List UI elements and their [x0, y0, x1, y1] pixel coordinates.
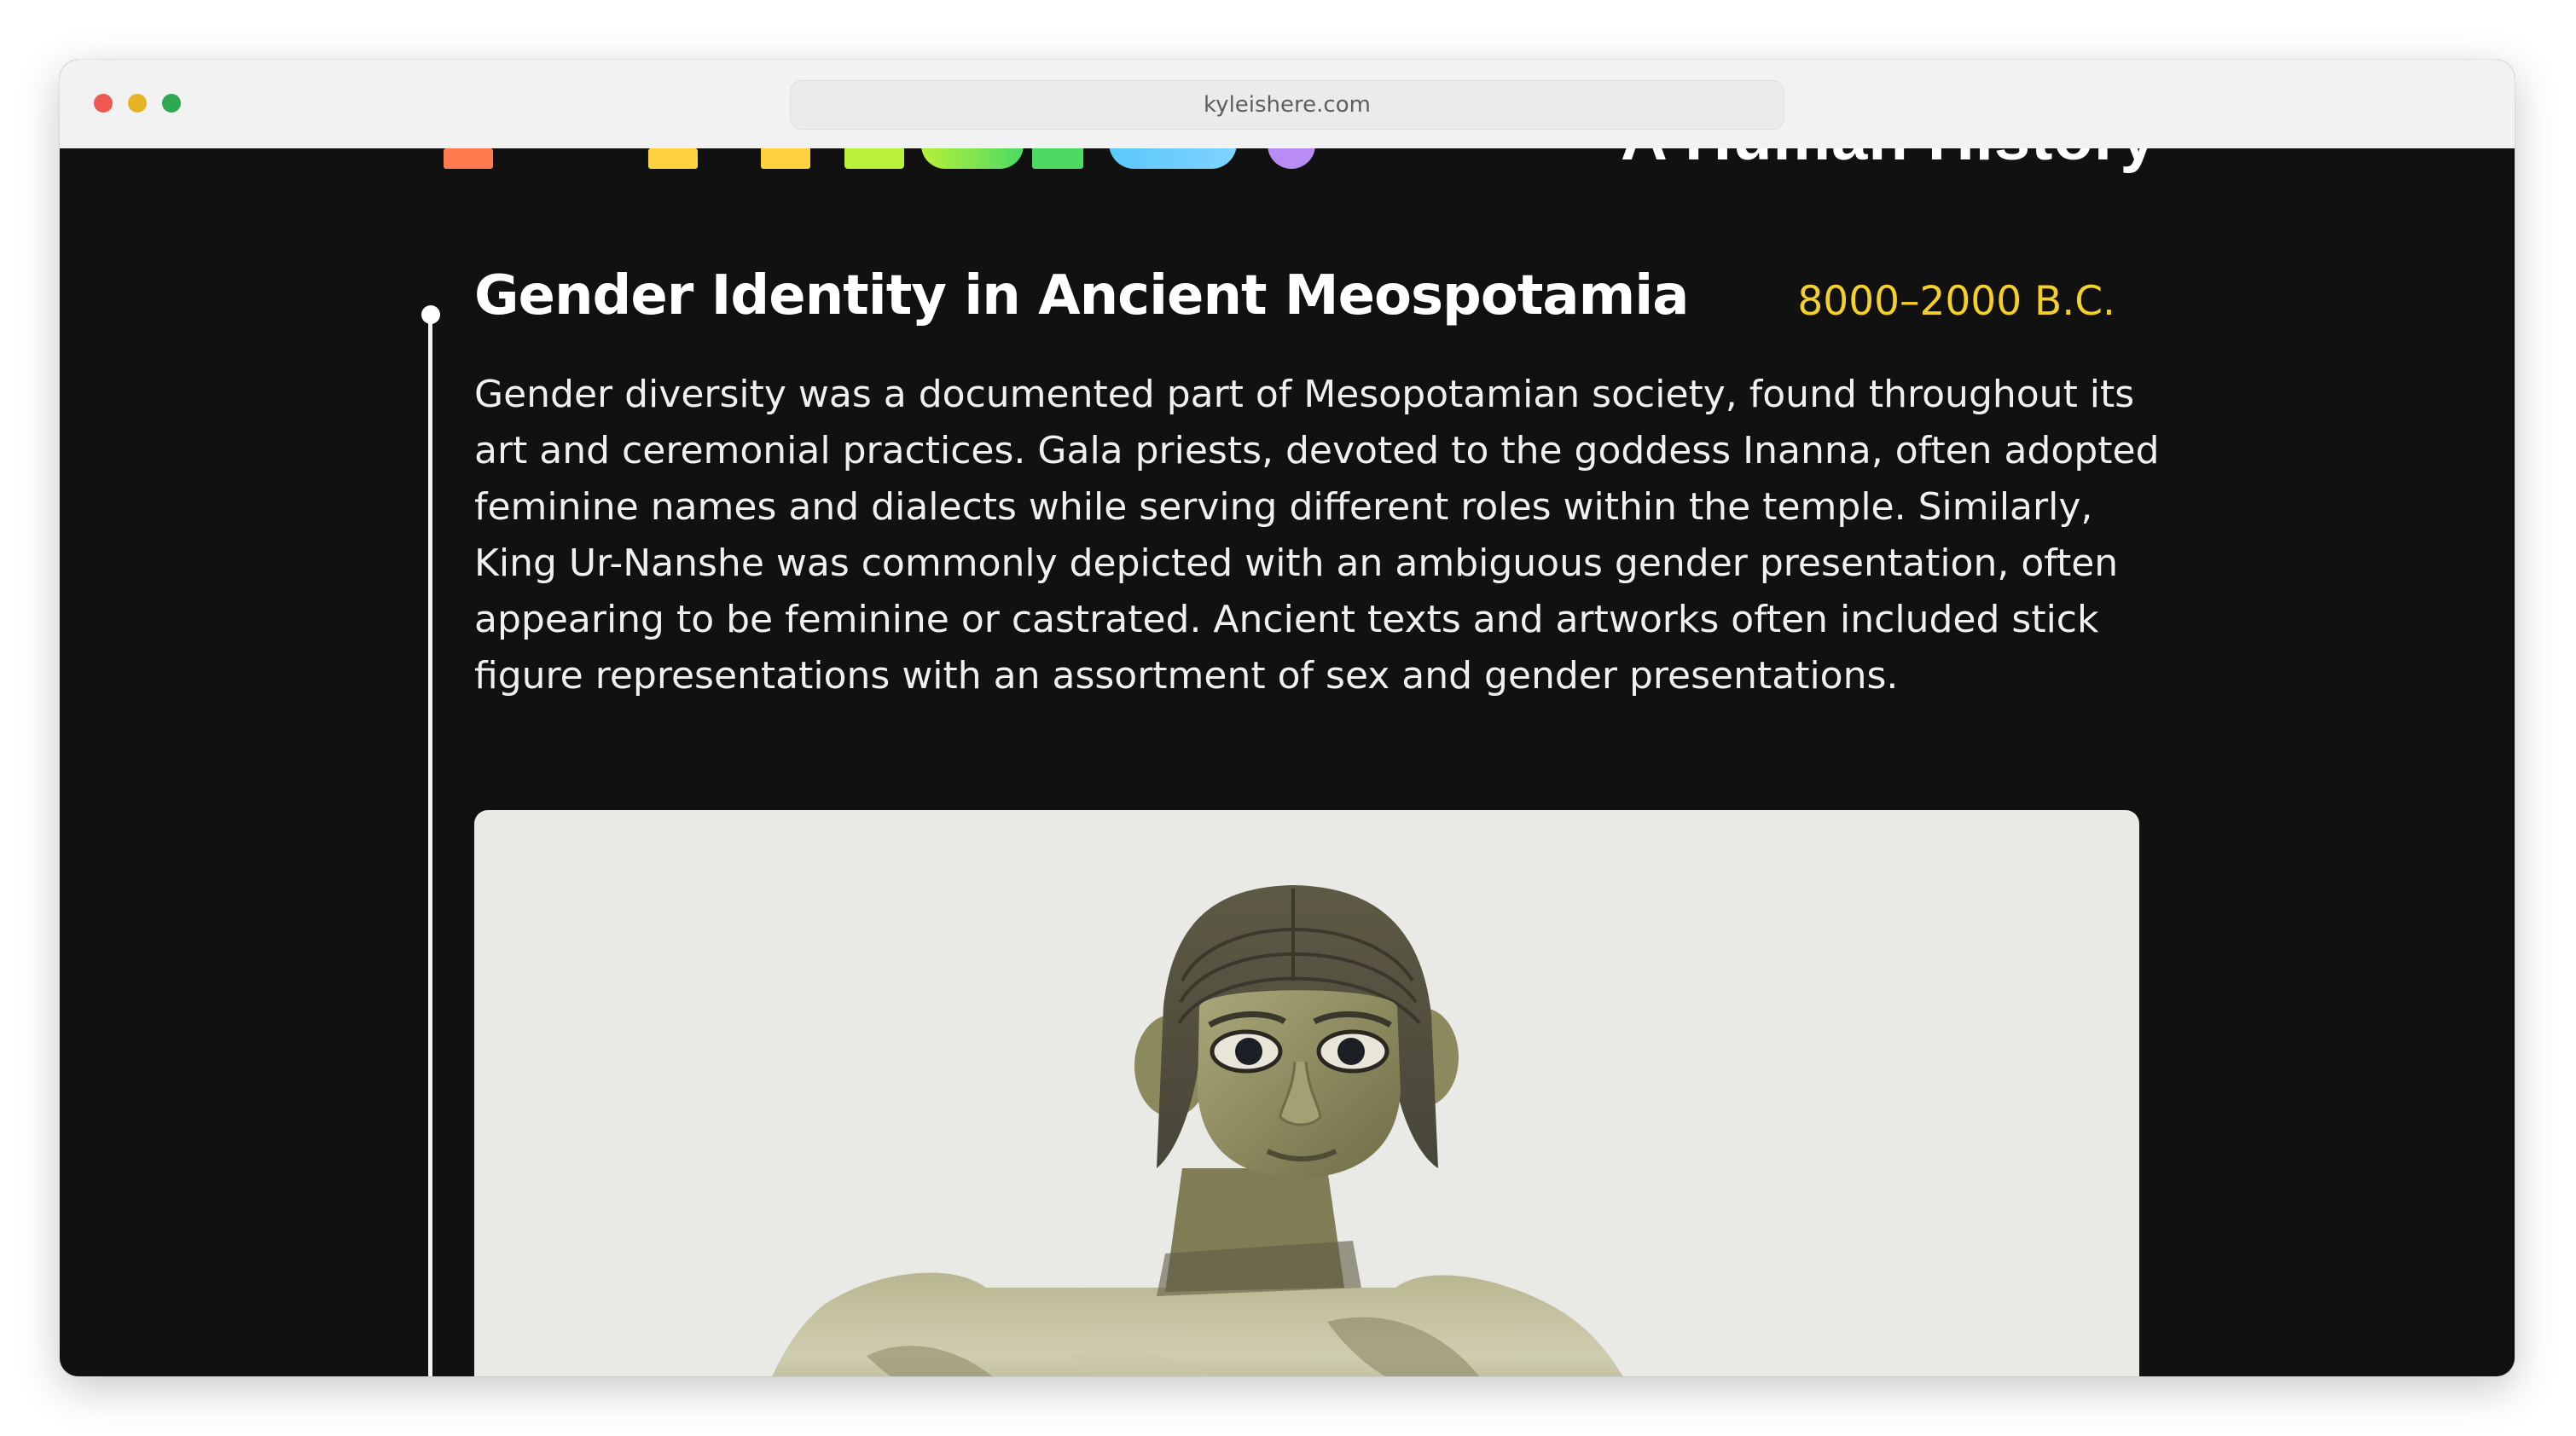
- browser-toolbar: kyleishere.com: [60, 60, 2515, 149]
- maximize-window-button[interactable]: [162, 94, 181, 113]
- close-window-button[interactable]: [94, 94, 113, 113]
- logo-letter-shape: [1109, 148, 1237, 169]
- minimize-window-button[interactable]: [128, 94, 147, 113]
- entry-date: 8000–2000 B.C.: [1797, 278, 2115, 325]
- timeline-marker: [421, 305, 440, 324]
- statue-illustration: [772, 885, 1623, 1376]
- browser-window: kyleishere.com A Human History Gender Id…: [60, 60, 2515, 1376]
- logo-letter-shape: [844, 148, 904, 169]
- site-logo[interactable]: [444, 148, 1382, 169]
- timeline-line: [428, 319, 432, 1376]
- logo-letter-shape: [1268, 148, 1315, 169]
- address-bar[interactable]: kyleishere.com: [790, 80, 1784, 130]
- logo-letter-shape: [444, 148, 493, 169]
- entry-body: Gender diversity was a documented part o…: [474, 373, 2160, 698]
- logo-letter-shape: [921, 148, 1024, 169]
- statue-image: [474, 810, 2139, 1376]
- logo-letter-shape: [648, 148, 698, 169]
- logo-letter-shape: [1032, 148, 1083, 169]
- address-bar-url: kyleishere.com: [1204, 92, 1371, 118]
- page-viewport[interactable]: A Human History Gender Identity in Ancie…: [60, 148, 2515, 1376]
- logo-letter-shape: [761, 148, 810, 169]
- entry-title: Gender Identity in Ancient Meospotamia: [474, 264, 1689, 327]
- site-subtitle: A Human History: [1621, 148, 2157, 175]
